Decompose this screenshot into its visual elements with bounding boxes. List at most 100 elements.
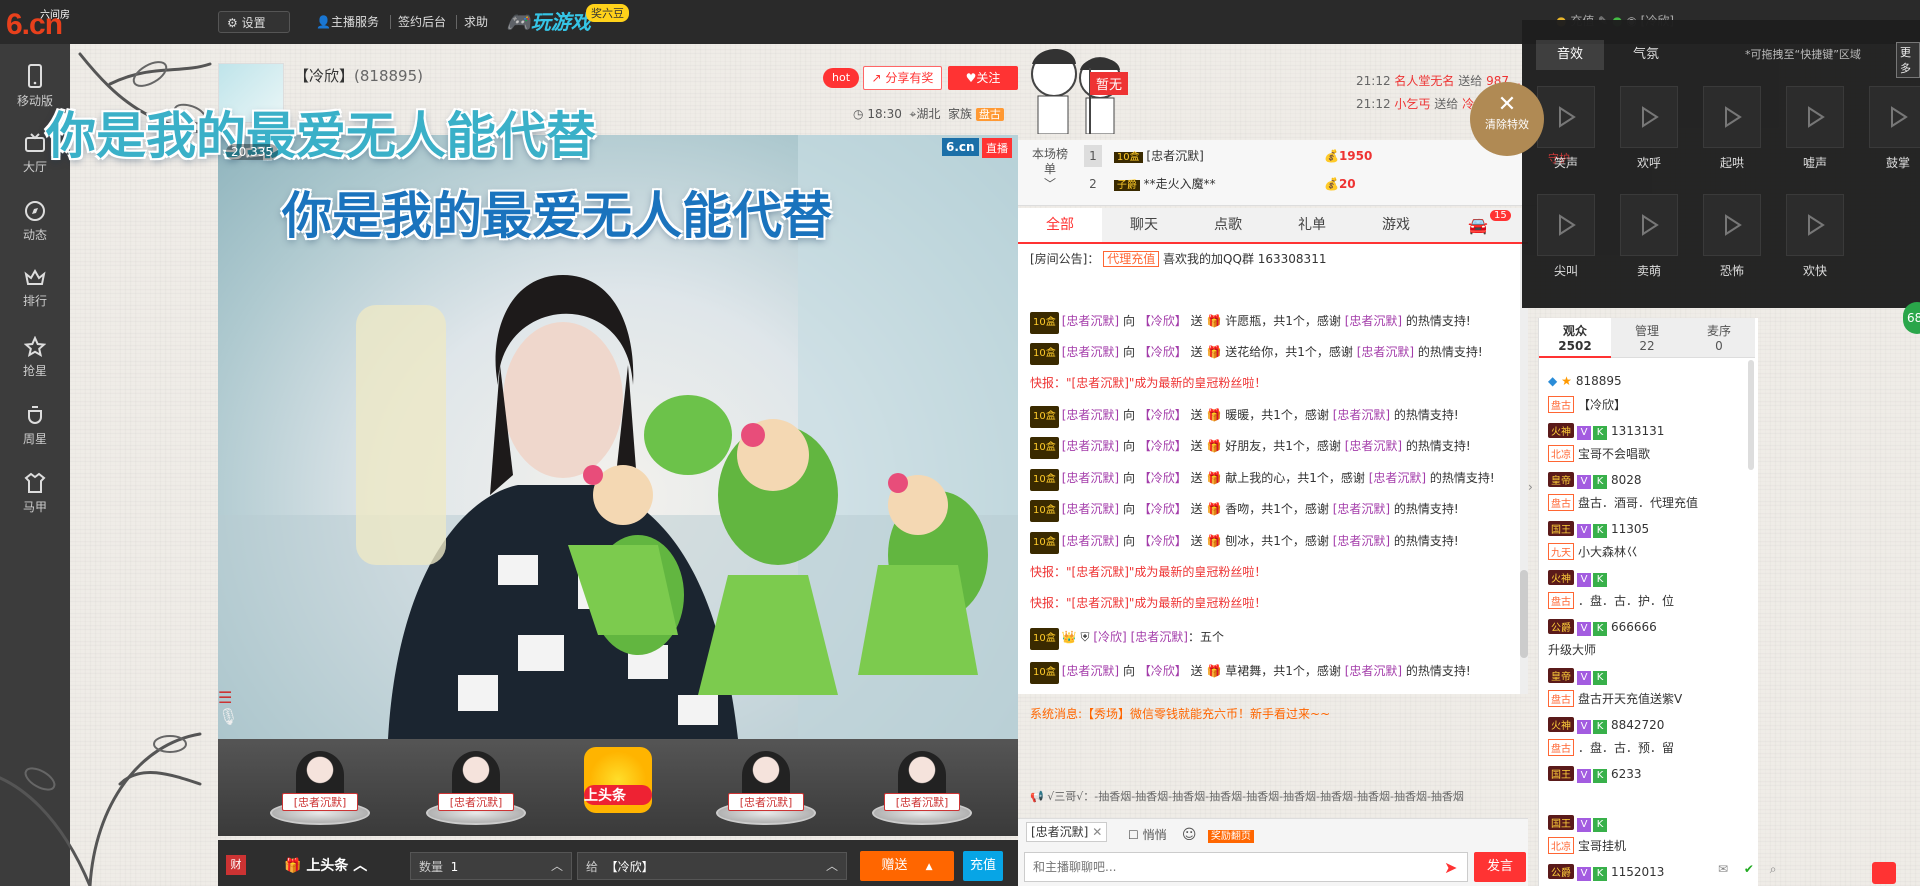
gift-slot[interactable]: [忠者沉默] [870,749,974,833]
sound-effect-button[interactable]: 恐怖 [1703,194,1761,279]
thanks-name[interactable]: [忠者沉默] [1357,345,1414,359]
chevron-up-icon[interactable]: ︿ [826,857,838,874]
sender-name[interactable]: [忠者沉默] [1062,502,1119,516]
follow-button[interactable]: ♥关注 [948,66,1018,90]
mail-icon[interactable]: ✉ [1718,862,1728,876]
receiver-name[interactable]: 【冷欣】 [1139,439,1187,453]
receiver-name[interactable]: 【冷欣】 [1139,345,1187,359]
fortune-button[interactable]: 财 [226,855,246,875]
audience-row[interactable]: 公爵 V K 666666 升级大师 [1548,619,1748,667]
game-entry[interactable]: 🎮玩游戏 [506,6,591,36]
sound-effect-button[interactable]: 尖叫 [1537,194,1595,279]
collapse-arrow-icon[interactable]: › [1528,480,1533,494]
audience-row[interactable]: 皇帝 V K 8028 盘古 盘古．酒哥．代理充值 [1548,472,1748,520]
share-button[interactable]: ↗ 分享有奖 [863,66,942,90]
gift-slot[interactable]: [忠者沉默] [424,749,528,833]
chat-scrollbar[interactable] [1520,244,1528,694]
tab-song-request[interactable]: 点歌 [1186,208,1270,242]
audience-row[interactable]: 国王 V K 6233 [1548,766,1748,814]
family-tag[interactable]: 盘古 [975,108,1004,121]
check-icon[interactable]: ✔ [1744,862,1754,876]
sound-more-button[interactable]: 更多 [1896,42,1920,78]
sound-effect-button[interactable]: 卖萌 [1620,194,1678,279]
sender-name[interactable]: [忠者沉默] [1062,664,1119,678]
thanks-name[interactable]: [忠者沉默] [1345,314,1402,328]
sound-effect-button[interactable]: 欢呼 [1620,86,1678,171]
thanks-name[interactable]: [忠者沉默] [1333,502,1390,516]
nav-help[interactable]: 求助 [464,11,488,33]
ranking-row[interactable]: 1 10盒 [忠者沉默] 💰1950 [1084,145,1372,167]
chat-target-chip[interactable]: [忠者沉默] ✕ [1026,822,1108,842]
emoji-icon[interactable]: ☺ [1182,827,1197,843]
audience-row[interactable]: 皇帝 V K 盘古 盘古开天充值送紫V [1548,668,1748,716]
tab-gift-list[interactable]: 礼单 [1270,208,1354,242]
sender-name[interactable]: [冷欣] [1093,630,1126,644]
receiver-name[interactable]: 【冷欣】 [1139,664,1187,678]
sender-name[interactable]: [忠者沉默] [1062,345,1119,359]
settings-button[interactable]: ⚙ 设置 [218,11,290,33]
private-checkbox[interactable]: ☐ 悄悄 ☺ 奖励翻页 [1128,826,1254,843]
sender-name[interactable]: [忠者沉默] [1062,314,1119,328]
tab-atmosphere[interactable]: 气氛 [1612,40,1680,70]
receiver-name[interactable]: 【冷欣】 [1139,314,1187,328]
caret-up-icon[interactable]: ▲ [926,862,933,872]
microphone-icon[interactable]: 🎙 [218,707,246,726]
clear-effects-button[interactable]: ✕ 清除特效 [1470,82,1544,156]
gift-slot[interactable]: [忠者沉默] [714,749,818,833]
chat-input[interactable] [1024,852,1468,882]
notice-user[interactable]: 小乞丐 [1394,97,1430,111]
headline-button[interactable]: 🎁 上头条 ︿ [284,855,367,875]
streamer-name[interactable]: 【冷欣】 [294,67,354,85]
sender-name[interactable]: [忠者沉默] [1062,439,1119,453]
sender-name[interactable]: [忠者沉默] [1062,408,1119,422]
receiver-name[interactable]: 【冷欣】 [1139,502,1187,516]
tab-games[interactable]: 游戏 [1354,208,1438,242]
chat-scroll-thumb[interactable] [1520,570,1528,658]
receiver-name[interactable]: 【冷欣】 [1139,534,1187,548]
receiver-name[interactable]: [忠者沉默] [1131,630,1188,644]
audience-row[interactable]: 火神 V K 1313131 北凉 宝哥不会唱歌 [1548,423,1748,471]
audience-row[interactable]: 国王 V K 北凉 宝哥挂机 [1548,815,1748,863]
tab-audience[interactable]: 观众 2502 [1539,318,1611,358]
nav-streamer-service[interactable]: 👤主播服务 [316,11,379,33]
quantity-input[interactable]: 数量 1 ︿ [410,852,572,880]
announcement-tag[interactable]: 代理充值 [1103,251,1160,267]
thanks-name[interactable]: [忠者沉默] [1345,439,1402,453]
sound-effect-button[interactable]: 笑声 [1537,86,1595,171]
sender-name[interactable]: [忠者沉默] [1062,534,1119,548]
reward-page-button[interactable]: 奖励翻页 [1207,830,1254,843]
paper-plane-icon[interactable]: ➤ [1444,858,1457,877]
thanks-name[interactable]: [忠者沉默] [1369,471,1426,485]
gift-slot[interactable]: [忠者沉默] [268,749,372,833]
tab-chat[interactable]: 聊天 [1102,208,1186,242]
sender-name[interactable]: [忠者沉默] [1062,471,1119,485]
thanks-name[interactable]: [忠者沉默] [1333,534,1390,548]
tab-sound-effects[interactable]: 音效 [1536,40,1604,70]
floating-badge[interactable]: 68 [1903,302,1920,334]
send-message-button[interactable]: 发言 [1474,852,1526,882]
tab-mic-queue[interactable]: 麦序 0 [1683,318,1755,358]
ranking-title[interactable]: 本场榜单 ﹀ [1030,147,1070,192]
receiver-name[interactable]: 【冷欣】 [1139,471,1187,485]
ranking-row[interactable]: 2 子爵 **走火入魔** 💰20 [1084,173,1356,195]
audience-row[interactable]: ◆ ★ 818895 盘古 【冷欣】 [1548,374,1748,422]
audience-row[interactable]: 国王 V K 11305 九天 小大森林巜 [1548,521,1748,569]
search-icon[interactable]: ⌕ [1770,862,1777,876]
car-icon[interactable]: 🚘 [1468,216,1488,235]
send-gift-button[interactable]: 赠送 ▲ [860,851,954,881]
receiver-name[interactable]: 【冷欣】 [1139,408,1187,422]
nav-contract-backend[interactable]: 签约后台 [398,11,446,33]
site-logo[interactable]: 6.cn 六间房 [6,4,70,41]
thanks-name[interactable]: [忠者沉默] [1345,664,1402,678]
chevron-up-icon[interactable]: ︿ [551,857,563,874]
audience-row[interactable]: 火神 V K 8842720 盘古 ．盘．古．预．留 [1548,717,1748,765]
thanks-name[interactable]: [忠者沉默] [1333,408,1390,422]
recharge-button[interactable]: 充值 [963,851,1003,881]
sound-effect-button[interactable]: 鼓掌 [1869,86,1920,171]
audience-scrollbar[interactable] [1748,360,1754,470]
audience-row[interactable]: 火神 V K 盘古 ．盘．古．护．位 [1548,570,1748,618]
chat-bubble-icon[interactable] [1872,862,1896,884]
notice-user[interactable]: 名人堂无名 [1394,74,1454,88]
close-icon[interactable]: ✕ [1092,825,1102,839]
sound-effect-button[interactable]: 嘘声 [1786,86,1844,171]
